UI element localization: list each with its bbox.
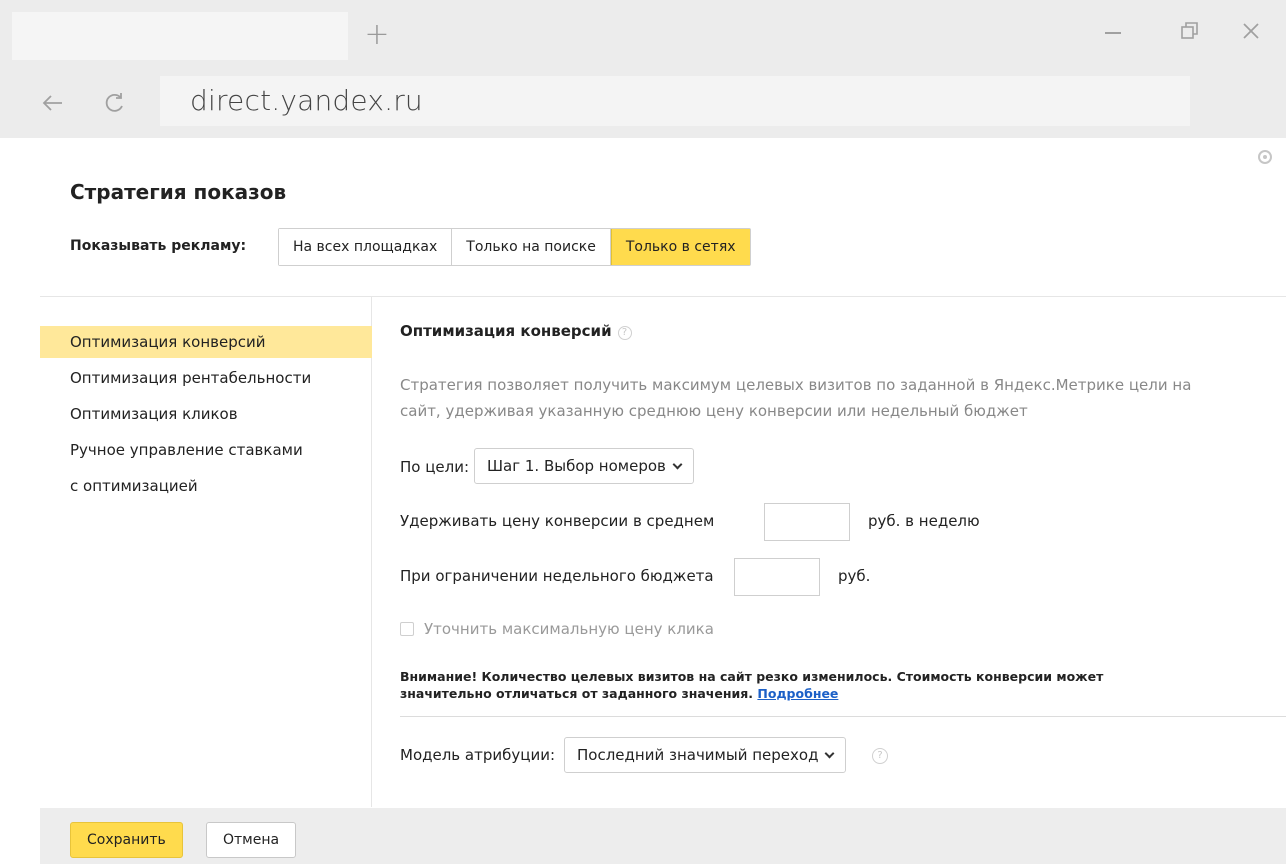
goal-label: По цели: (400, 458, 470, 476)
more-link[interactable]: Подробнее (757, 686, 838, 701)
strategy-item-clicks[interactable]: Оптимизация кликов (40, 398, 372, 430)
browser-chrome: + direct.yandex.ru (0, 0, 1286, 138)
strategy-description: Стратегия позволяет получить максимум це… (400, 376, 1192, 420)
strategy-item-manual[interactable]: Ручное управление ставками (40, 434, 372, 466)
browser-tab[interactable] (12, 12, 348, 60)
tab-search-only[interactable]: Только на поиске (452, 229, 611, 265)
arrow-left-icon[interactable] (38, 84, 68, 120)
weekly-budget-input[interactable] (734, 558, 820, 596)
url-text: direct.yandex.ru (190, 84, 423, 117)
warning-text: Внимание! Количество целевых визитов на … (400, 669, 1104, 701)
placement-tabs: На всех площадках Только на поиске Тольк… (278, 228, 751, 266)
page-title: Стратегия показов (70, 180, 287, 204)
attribution-select-value: Последний значимый переход (577, 746, 819, 764)
section-title: Оптимизация конверсий? (400, 322, 632, 340)
save-button[interactable]: Сохранить (70, 822, 183, 858)
chevron-down-icon (672, 459, 683, 470)
max-click-price-option[interactable]: Уточнить максимальную цену клика (400, 620, 714, 638)
attribution-label: Модель атрибуции: (400, 746, 556, 764)
restore-icon[interactable] (1175, 20, 1205, 50)
max-click-price-label: Уточнить максимальную цену клика (424, 620, 714, 638)
tab-networks-only[interactable]: Только в сетях (610, 229, 750, 265)
strategy-item-manual-continued[interactable]: с оптимизацией (40, 470, 372, 502)
help-icon[interactable]: ? (617, 326, 632, 340)
weekly-budget-unit: руб. (838, 567, 871, 585)
attribution-select[interactable]: Последний значимый переход (564, 737, 847, 773)
dialog-footer: Сохранить Отмена (40, 808, 1286, 864)
plus-icon[interactable]: + (362, 20, 392, 50)
show-ads-label: Показывать рекламу: (70, 238, 247, 254)
reload-icon[interactable] (100, 84, 130, 120)
minimize-icon[interactable] (1098, 20, 1128, 50)
goal-select[interactable]: Шаг 1. Выбор номеров (474, 448, 694, 484)
help-icon[interactable]: ? (872, 748, 888, 764)
strategy-list: Оптимизация конверсий Оптимизация рентаб… (40, 297, 372, 807)
avg-cpa-unit: руб. в неделю (868, 512, 980, 530)
close-icon[interactable] (1236, 20, 1266, 50)
strategy-item-conversions[interactable]: Оптимизация конверсий (40, 326, 372, 358)
warning-message: Внимание! Количество целевых визитов на … (400, 668, 1180, 702)
address-bar[interactable]: direct.yandex.ru (160, 76, 1190, 126)
avg-cpa-input[interactable] (764, 503, 850, 541)
cancel-button[interactable]: Отмена (206, 822, 297, 858)
section-title-text: Оптимизация конверсий (400, 322, 612, 340)
strategy-item-profitability[interactable]: Оптимизация рентабельности (40, 362, 372, 394)
weekly-budget-label: При ограничении недельного бюджета (400, 567, 714, 585)
avg-cpa-label: Удерживать цену конверсии в среднем (400, 512, 715, 530)
max-click-price-checkbox[interactable] (400, 622, 414, 636)
tab-all-placements[interactable]: На всех площадках (279, 229, 453, 265)
goal-select-value: Шаг 1. Выбор номеров (487, 457, 666, 475)
chevron-down-icon (824, 748, 835, 759)
dialog-close-icon[interactable] (1258, 150, 1272, 164)
divider (400, 716, 1286, 717)
